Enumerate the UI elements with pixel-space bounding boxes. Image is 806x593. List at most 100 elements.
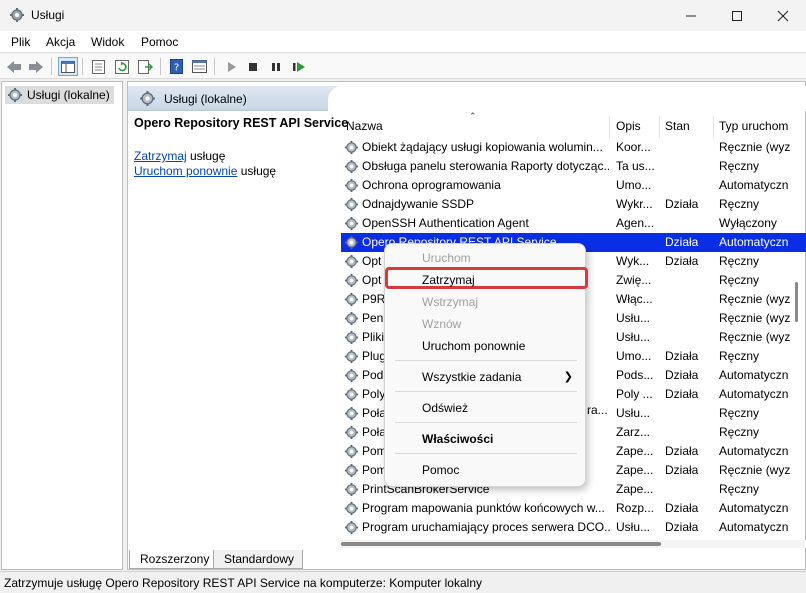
show-hide-tree-button[interactable] bbox=[58, 57, 78, 76]
context-menu-start[interactable]: Uruchom bbox=[422, 251, 471, 265]
service-gear-icon bbox=[344, 235, 359, 250]
column-header-name[interactable]: Nazwa bbox=[341, 116, 610, 138]
status-text: Zatrzymuje usługę Opero Repository REST … bbox=[4, 576, 482, 590]
service-startup-type: Automatyczn bbox=[719, 387, 789, 401]
properties-sheet-icon bbox=[91, 59, 105, 74]
service-startup-type: Ręczny bbox=[719, 197, 760, 211]
stop-icon bbox=[249, 62, 257, 71]
refresh-button[interactable] bbox=[112, 57, 132, 76]
export-list-icon bbox=[137, 59, 153, 74]
service-row[interactable]: Program mapowania punktów końcowych w...… bbox=[341, 499, 806, 518]
pause-service-button[interactable] bbox=[266, 57, 286, 76]
service-startup-type: Ręczny bbox=[719, 159, 760, 173]
service-startup-type: Automatyczn bbox=[719, 235, 789, 249]
stop-service-button[interactable] bbox=[243, 57, 263, 76]
service-name: Ochrona oprogramowania bbox=[362, 178, 501, 192]
service-status: Działa bbox=[665, 463, 699, 477]
service-gear-icon bbox=[344, 159, 359, 174]
restart-service-link[interactable]: Uruchom ponownie bbox=[134, 164, 237, 178]
maximize-icon bbox=[732, 10, 742, 21]
context-menu-all-tasks[interactable]: Wszystkie zadania bbox=[422, 370, 521, 384]
tab-standard[interactable]: Standardowy bbox=[213, 550, 304, 569]
column-header-status[interactable]: Stan bbox=[660, 116, 714, 138]
context-menu-help[interactable]: Pomoc bbox=[422, 463, 459, 477]
service-row[interactable]: Obiekt żądający usługi kopiowania wolumi… bbox=[341, 138, 806, 157]
minimize-button[interactable] bbox=[668, 0, 714, 31]
back-button[interactable] bbox=[4, 57, 24, 76]
service-description: Umo... bbox=[616, 349, 652, 363]
service-description: Ta us... bbox=[616, 159, 655, 173]
service-startup-type: Ręczny bbox=[719, 425, 760, 439]
menu-action[interactable]: Akcja bbox=[46, 35, 75, 49]
context-menu-resume[interactable]: Wznów bbox=[422, 317, 461, 331]
service-description: Agen... bbox=[616, 216, 655, 230]
column-header-description[interactable]: Opis bbox=[611, 116, 660, 138]
properties-button[interactable] bbox=[88, 57, 108, 76]
service-gear-icon bbox=[344, 292, 359, 307]
service-gear-icon bbox=[344, 311, 359, 326]
forward-button[interactable] bbox=[26, 57, 46, 76]
service-name: Program uruchamiający proces serwera DCO… bbox=[362, 520, 610, 534]
service-gear-icon bbox=[344, 387, 359, 402]
stop-link-suffix: usługę bbox=[186, 149, 226, 163]
chevron-right-icon: ❯ bbox=[563, 371, 573, 383]
service-row[interactable]: OpenSSH Authentication Agent Agen... Wyłąc… bbox=[341, 214, 806, 233]
service-description: Poly ... bbox=[616, 387, 653, 401]
horizontal-scrollbar[interactable] bbox=[341, 540, 806, 548]
services-gear-icon bbox=[140, 91, 155, 106]
service-row[interactable]: Ochrona oprogramowania Umo... Automatyczn bbox=[341, 176, 806, 195]
forward-arrow-icon bbox=[29, 60, 43, 73]
tree-item-label: Usługi (lokalne) bbox=[27, 88, 110, 102]
service-gear-icon bbox=[344, 273, 359, 288]
menu-help[interactable]: Pomoc bbox=[141, 35, 178, 49]
context-menu-restart[interactable]: Uruchom ponownie bbox=[422, 339, 525, 353]
clipped-row-name-suffix: ra... bbox=[587, 403, 608, 417]
service-status: Działa bbox=[665, 520, 699, 534]
service-startup-type: Ręcznie (wyz bbox=[719, 463, 791, 477]
service-row[interactable]: Obsługa panelu sterowania Raporty dotycz… bbox=[341, 157, 806, 176]
view-pane-button[interactable] bbox=[189, 57, 209, 76]
context-menu-pause[interactable]: Wstrzymaj bbox=[422, 295, 478, 309]
stop-service-link[interactable]: Zatrzymaj bbox=[134, 149, 187, 163]
service-action-links: Zatrzymaj usługę Uruchom ponownie usługę bbox=[134, 149, 276, 179]
service-description: Umo... bbox=[616, 178, 652, 192]
menu-view[interactable]: Widok bbox=[91, 35, 124, 49]
close-button[interactable] bbox=[760, 0, 806, 31]
service-gear-icon bbox=[344, 254, 359, 269]
tab-extended[interactable]: Rozszerzony bbox=[129, 550, 219, 569]
service-status: Działa bbox=[665, 444, 699, 458]
pane-header: Usługi (lokalne) bbox=[128, 86, 806, 111]
service-description: Włąc... bbox=[616, 292, 653, 306]
service-description: Wyk... bbox=[616, 254, 650, 268]
context-menu-properties[interactable]: Właściwości bbox=[422, 432, 493, 446]
service-row[interactable]: Odnajdywanie SSDP Wykr... Działa Ręczny bbox=[341, 195, 806, 214]
service-gear-icon bbox=[344, 197, 359, 212]
services-gear-icon bbox=[8, 88, 22, 102]
back-arrow-icon bbox=[7, 60, 21, 73]
title-bar: Usługi bbox=[0, 0, 806, 31]
help-button[interactable]: ? bbox=[166, 57, 186, 76]
pause-icon bbox=[272, 62, 280, 71]
close-icon bbox=[777, 10, 789, 21]
context-menu-refresh[interactable]: Odśwież bbox=[422, 401, 468, 415]
restart-service-button[interactable] bbox=[289, 57, 309, 76]
console-tree-icon bbox=[61, 60, 75, 73]
restart-link-suffix: usługę bbox=[237, 164, 277, 178]
horizontal-scrollbar-thumb[interactable] bbox=[341, 542, 661, 546]
service-name: Obsługa panelu sterowania Raporty dotycz… bbox=[362, 159, 610, 173]
tree-item-local-services[interactable]: Usługi (lokalne) bbox=[5, 86, 114, 104]
service-status: Działa bbox=[665, 349, 699, 363]
service-row[interactable]: Program uruchamiający proces serwera DCO… bbox=[341, 518, 806, 537]
service-startup-type: Wyłączony bbox=[719, 216, 777, 230]
highlight-box bbox=[385, 267, 588, 289]
context-menu-stop[interactable]: Zatrzymaj bbox=[422, 273, 475, 287]
export-list-button[interactable] bbox=[135, 57, 155, 76]
maximize-button[interactable] bbox=[714, 0, 760, 31]
menu-file[interactable]: Plik bbox=[11, 35, 30, 49]
column-header-startup-type[interactable]: Typ uruchom bbox=[714, 116, 806, 138]
view-tabs: Rozszerzony Standardowy bbox=[127, 550, 806, 570]
vertical-scrollbar-thumb[interactable] bbox=[795, 282, 798, 322]
service-description: Usłu... bbox=[616, 520, 651, 534]
start-service-button[interactable] bbox=[221, 57, 241, 76]
service-gear-icon bbox=[344, 425, 359, 440]
